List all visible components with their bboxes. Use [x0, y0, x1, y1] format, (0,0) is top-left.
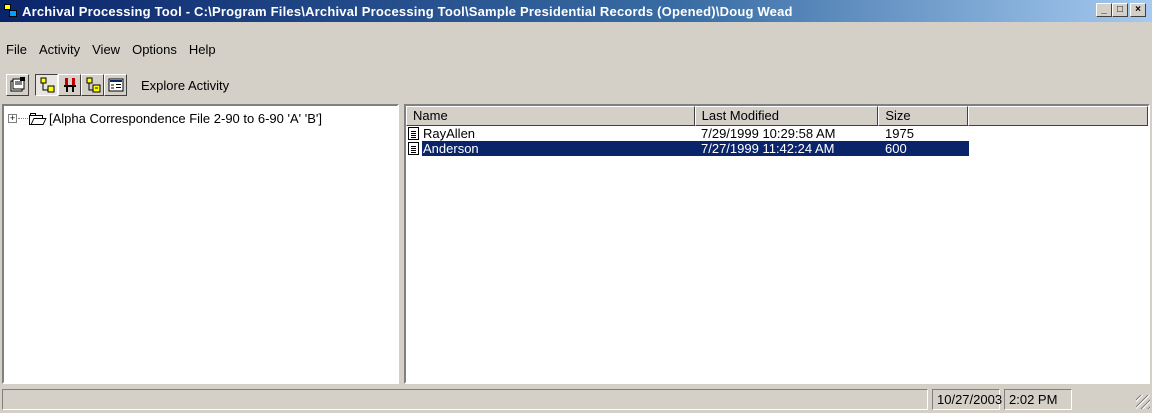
- explore-button[interactable]: [35, 74, 58, 96]
- app-icon: [4, 4, 18, 18]
- toolbar: Explore Activity: [0, 71, 1152, 99]
- explore-icon: [40, 77, 54, 93]
- file-size: 600: [879, 141, 969, 156]
- menu-view[interactable]: View: [86, 41, 126, 59]
- list-header: Name Last Modified Size: [406, 106, 1148, 126]
- menu-activity[interactable]: Activity: [33, 41, 86, 59]
- tree-item-label: [Alpha Correspondence File 2-90 to 6-90 …: [49, 111, 322, 126]
- tools-button[interactable]: [58, 74, 81, 96]
- tools-icon: [63, 78, 76, 92]
- menu-file[interactable]: File: [0, 41, 33, 59]
- properties-button[interactable]: [6, 74, 29, 96]
- archive-icon: [86, 77, 100, 93]
- file-last-modified: 7/27/1999 11:42:24 AM: [695, 141, 879, 156]
- window-controls: _ □ ×: [1096, 3, 1146, 17]
- resize-grip-icon[interactable]: [1136, 395, 1150, 409]
- close-button[interactable]: ×: [1130, 3, 1146, 17]
- details-button[interactable]: [104, 74, 127, 96]
- toolbar-label: Explore Activity: [141, 77, 230, 93]
- column-header-size[interactable]: Size: [878, 106, 969, 126]
- file-name: RayAllen: [423, 126, 476, 141]
- document-icon: [408, 127, 419, 140]
- menu-help[interactable]: Help: [183, 41, 222, 59]
- file-list-pane[interactable]: Name Last Modified Size RayAllen 7/29/19…: [404, 104, 1150, 384]
- column-header-last-modified[interactable]: Last Modified: [694, 106, 879, 126]
- list-item[interactable]: RayAllen 7/29/1999 10:29:58 AM 1975: [406, 126, 1148, 141]
- window-title: Archival Processing Tool - C:\Program Fi…: [22, 3, 793, 19]
- maximize-button[interactable]: □: [1112, 3, 1128, 17]
- column-header-name[interactable]: Name: [406, 106, 695, 126]
- properties-icon: [10, 77, 25, 92]
- file-name: Anderson: [422, 141, 695, 156]
- status-bar: 10/27/2003 2:02 PM: [0, 388, 1152, 411]
- title-bar[interactable]: Archival Processing Tool - C:\Program Fi…: [0, 0, 1152, 22]
- details-icon: [108, 78, 123, 92]
- column-header-filler: [968, 106, 1148, 126]
- status-date: 10/27/2003: [932, 389, 1002, 410]
- menu-bar: File Activity View Options Help: [0, 40, 222, 60]
- open-folder-icon: [29, 112, 47, 125]
- status-message: [2, 389, 928, 410]
- status-time: 2:02 PM: [1004, 389, 1072, 410]
- expand-icon[interactable]: +: [8, 114, 17, 123]
- document-icon: [408, 142, 419, 155]
- tree-item-root[interactable]: + [Alpha Correspondence File 2-90 to 6-9…: [8, 111, 322, 126]
- file-last-modified: 7/29/1999 10:29:58 AM: [701, 126, 836, 141]
- list-item[interactable]: Anderson 7/27/1999 11:42:24 AM 600: [406, 141, 1148, 156]
- menu-options[interactable]: Options: [126, 41, 183, 59]
- file-size: 1975: [885, 126, 914, 141]
- archive-button[interactable]: [81, 74, 104, 96]
- tree-pane[interactable]: + [Alpha Correspondence File 2-90 to 6-9…: [2, 104, 399, 384]
- minimize-button[interactable]: _: [1096, 3, 1112, 17]
